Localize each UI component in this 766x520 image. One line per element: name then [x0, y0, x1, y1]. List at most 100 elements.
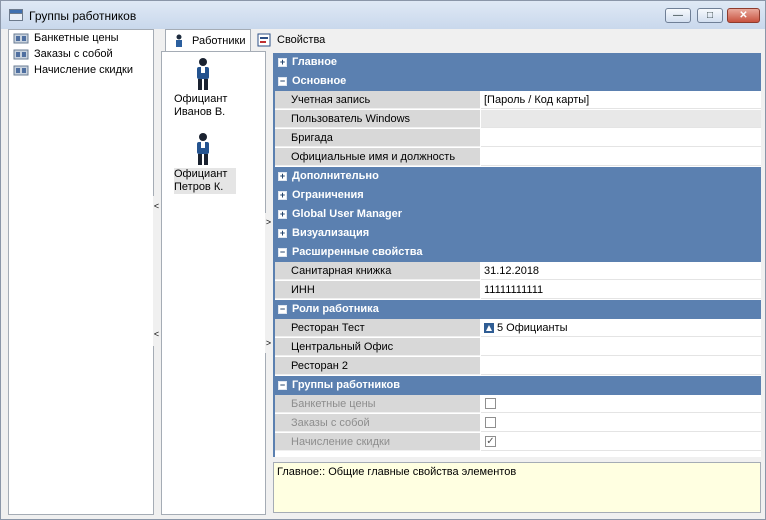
collapse-left-icon[interactable]: < [153, 201, 160, 211]
property-official-name[interactable]: Официальные имя и должность [273, 148, 761, 167]
property-restaurant-2[interactable]: Ресторан 2 [273, 357, 761, 376]
collapse-icon[interactable]: − [278, 381, 287, 390]
close-button[interactable]: ✕ [727, 8, 760, 23]
property-takeaway[interactable]: Заказы с собой [273, 414, 761, 433]
property-value[interactable]: ✓ [481, 433, 761, 451]
right-splitter[interactable]: > > [265, 213, 272, 353]
expand-right-icon[interactable]: > [265, 338, 272, 348]
tab-strip: Работники Свойства [165, 29, 765, 51]
category-label: Расширенные свойства [292, 246, 423, 258]
property-label: Учетная запись [273, 91, 480, 109]
discount-checkbox[interactable]: ✓ [485, 436, 496, 447]
window-title: Группы работников [29, 9, 137, 23]
takeaway-checkbox[interactable] [485, 417, 496, 428]
minimize-button[interactable]: — [665, 8, 691, 23]
properties-icon [257, 33, 271, 47]
category-label: Главное [292, 56, 338, 68]
property-grid[interactable]: + Главное − Основное Учетная запись [Пар… [273, 53, 761, 457]
category-restrictions[interactable]: + Ограничения [273, 186, 761, 205]
property-value[interactable] [481, 338, 761, 356]
group-tree[interactable]: Банкетные цены Заказы с собой Начисление… [8, 29, 154, 515]
tree-item-label: Начисление скидки [34, 64, 133, 76]
property-description: Главное:: Общие главные свойства элемент… [273, 462, 761, 513]
property-label: Банкетные цены [273, 395, 480, 413]
property-banquet-prices[interactable]: Банкетные цены [273, 395, 761, 414]
group-icon [13, 65, 29, 76]
category-label: Global User Manager [292, 208, 403, 220]
property-windows-user[interactable]: Пользователь Windows [273, 110, 761, 129]
workers-list[interactable]: Официант Иванов В. Официант Петров К. [161, 51, 266, 515]
property-team[interactable]: Бригада [273, 129, 761, 148]
collapse-icon[interactable]: − [278, 248, 287, 257]
collapse-left-icon[interactable]: < [153, 329, 160, 339]
property-label: Центральный Офис [273, 338, 480, 356]
property-label: Официальные имя и должность [273, 148, 480, 166]
main-window: Группы работников — □ ✕ Банкетные цены З… [0, 0, 766, 520]
category-main[interactable]: + Главное [273, 53, 761, 72]
property-value[interactable]: 11111111111 [481, 281, 761, 299]
worker-name: Официант Петров К. [174, 168, 236, 194]
property-restaurant-test[interactable]: Ресторан Тест 5 Официанты [273, 319, 761, 338]
tab-properties[interactable]: Свойства [251, 29, 331, 51]
property-inn[interactable]: ИНН 11111111111 [273, 281, 761, 300]
property-label: Санитарная книжка [273, 262, 480, 280]
property-value[interactable]: 5 Официанты [481, 319, 761, 337]
category-basic[interactable]: − Основное [273, 72, 761, 91]
expand-icon[interactable]: + [278, 172, 287, 181]
category-visualization[interactable]: + Визуализация [273, 224, 761, 243]
expand-icon[interactable]: + [278, 58, 287, 67]
property-value[interactable] [481, 357, 761, 375]
role-value: 5 Официанты [497, 322, 568, 334]
tab-workers[interactable]: Работники [165, 29, 251, 51]
expand-icon[interactable]: + [278, 210, 287, 219]
left-splitter[interactable]: < < [153, 196, 160, 346]
tab-label: Работники [192, 35, 246, 47]
property-value[interactable] [481, 395, 761, 413]
property-discount[interactable]: Начисление скидки ✓ [273, 433, 761, 452]
group-icon [13, 33, 29, 44]
category-global-user-manager[interactable]: + Global User Manager [273, 205, 761, 224]
property-label: Ресторан Тест [273, 319, 480, 337]
property-value[interactable]: 31.12.2018 [481, 262, 761, 280]
expand-icon[interactable]: + [278, 229, 287, 238]
category-label: Основное [292, 75, 347, 87]
role-icon [484, 323, 494, 333]
property-value[interactable] [481, 110, 761, 128]
category-roles[interactable]: − Роли работника [273, 300, 761, 319]
title-bar[interactable]: Группы работников — □ ✕ [1, 1, 765, 29]
category-additional[interactable]: + Дополнительно [273, 167, 761, 186]
property-account[interactable]: Учетная запись [Пароль / Код карты] [273, 91, 761, 110]
tab-label: Свойства [277, 34, 326, 46]
property-central-office[interactable]: Центральный Офис [273, 338, 761, 357]
grid-gutter [273, 53, 275, 457]
category-label: Визуализация [292, 227, 370, 239]
category-label: Дополнительно [292, 170, 379, 182]
category-label: Группы работников [292, 379, 400, 391]
maximize-button[interactable]: □ [697, 8, 723, 23]
collapse-icon[interactable]: − [278, 305, 287, 314]
waiter-icon [197, 58, 209, 90]
property-label: Пользователь Windows [273, 110, 480, 128]
collapse-icon[interactable]: − [278, 77, 287, 86]
expand-icon[interactable]: + [278, 191, 287, 200]
maximize-icon: □ [706, 10, 714, 21]
category-label: Ограничения [292, 189, 364, 201]
category-label: Роли работника [292, 303, 379, 315]
property-value[interactable] [481, 414, 761, 432]
property-value[interactable] [481, 129, 761, 147]
worker-icon [176, 34, 182, 47]
group-icon [13, 49, 29, 60]
property-label: ИНН [273, 281, 480, 299]
worker-name: Официант Иванов В. [174, 93, 228, 118]
tree-item-label: Заказы с собой [34, 48, 113, 60]
minimize-icon: — [673, 10, 683, 21]
property-value[interactable] [481, 148, 761, 166]
property-sanitary-book[interactable]: Санитарная книжка 31.12.2018 [273, 262, 761, 281]
app-icon [9, 9, 23, 21]
expand-right-icon[interactable]: > [265, 217, 272, 227]
category-extended[interactable]: − Расширенные свойства [273, 243, 761, 262]
banquet-checkbox[interactable] [485, 398, 496, 409]
property-value[interactable]: [Пароль / Код карты] [481, 91, 761, 109]
property-label: Заказы с собой [273, 414, 480, 432]
category-worker-groups[interactable]: − Группы работников [273, 376, 761, 395]
